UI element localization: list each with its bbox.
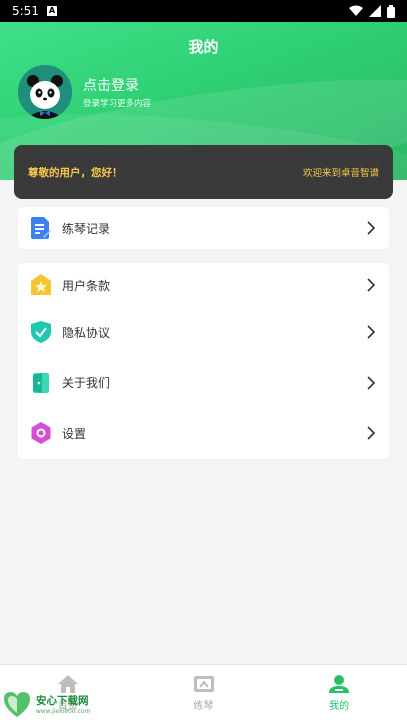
- signal-icon: [369, 5, 381, 17]
- notification-icon: A: [46, 6, 57, 16]
- shield-check-icon: [30, 321, 52, 344]
- menu-item-label: 隐私协议: [62, 325, 111, 340]
- watermark: 安心下载网 www.jiexi800.com: [2, 690, 90, 718]
- chevron-right-icon: [367, 376, 376, 390]
- status-bar: 5:51 A: [0, 0, 407, 22]
- greeting-banner: 尊敬的用户，您好！ 欢迎来到卓音智谱: [14, 145, 393, 199]
- menu-card-practice: 练琴记录: [18, 207, 389, 249]
- document-edit-icon: [30, 217, 52, 239]
- welcome-text: 欢迎来到卓音智谱: [302, 168, 379, 179]
- user-icon: [329, 675, 350, 693]
- menu-item-practice-record[interactable]: 练琴记录: [18, 207, 389, 249]
- star-tag-icon: [30, 274, 52, 296]
- status-time: 5:51: [12, 4, 39, 18]
- menu-item-privacy[interactable]: 隐私协议: [18, 307, 389, 358]
- menu-item-label: 关于我们: [62, 376, 111, 391]
- watermark-title: 安心下载网: [36, 695, 89, 707]
- tab-mine[interactable]: 我的: [271, 665, 407, 723]
- tab-label: 练琴: [193, 701, 214, 712]
- login-title[interactable]: 点击登录: [83, 75, 139, 95]
- heart-logo-icon: [4, 692, 30, 717]
- chevron-right-icon: [367, 221, 376, 235]
- hexagon-settings-icon: [30, 422, 52, 445]
- panda-avatar-icon: [18, 65, 72, 119]
- tab-label: 我的: [329, 701, 350, 712]
- battery-icon: [387, 4, 395, 18]
- menu-item-about[interactable]: 关于我们: [18, 358, 389, 409]
- piano-icon: [193, 676, 214, 692]
- login-subtitle: 登录学习更多内容: [83, 99, 152, 109]
- menu-card-info: 用户条款 隐私协议 关于我们 设置: [18, 263, 389, 459]
- wifi-icon: [349, 5, 363, 16]
- watermark-url: www.jiexi800.com: [36, 708, 91, 715]
- chevron-right-icon: [367, 278, 376, 292]
- page-title: 我的: [188, 38, 219, 56]
- menu-item-label: 设置: [62, 426, 87, 441]
- chevron-right-icon: [367, 325, 376, 339]
- menu-item-terms[interactable]: 用户条款: [18, 263, 389, 307]
- menu-item-label: 练琴记录: [62, 221, 111, 236]
- tab-practice[interactable]: 练琴: [136, 665, 272, 723]
- chevron-right-icon: [367, 426, 376, 440]
- menu-item-settings[interactable]: 设置: [18, 408, 389, 459]
- door-icon: [30, 372, 52, 394]
- menu-item-label: 用户条款: [62, 278, 111, 293]
- avatar[interactable]: [18, 65, 72, 119]
- greeting-text: 尊敬的用户，您好！: [28, 166, 123, 179]
